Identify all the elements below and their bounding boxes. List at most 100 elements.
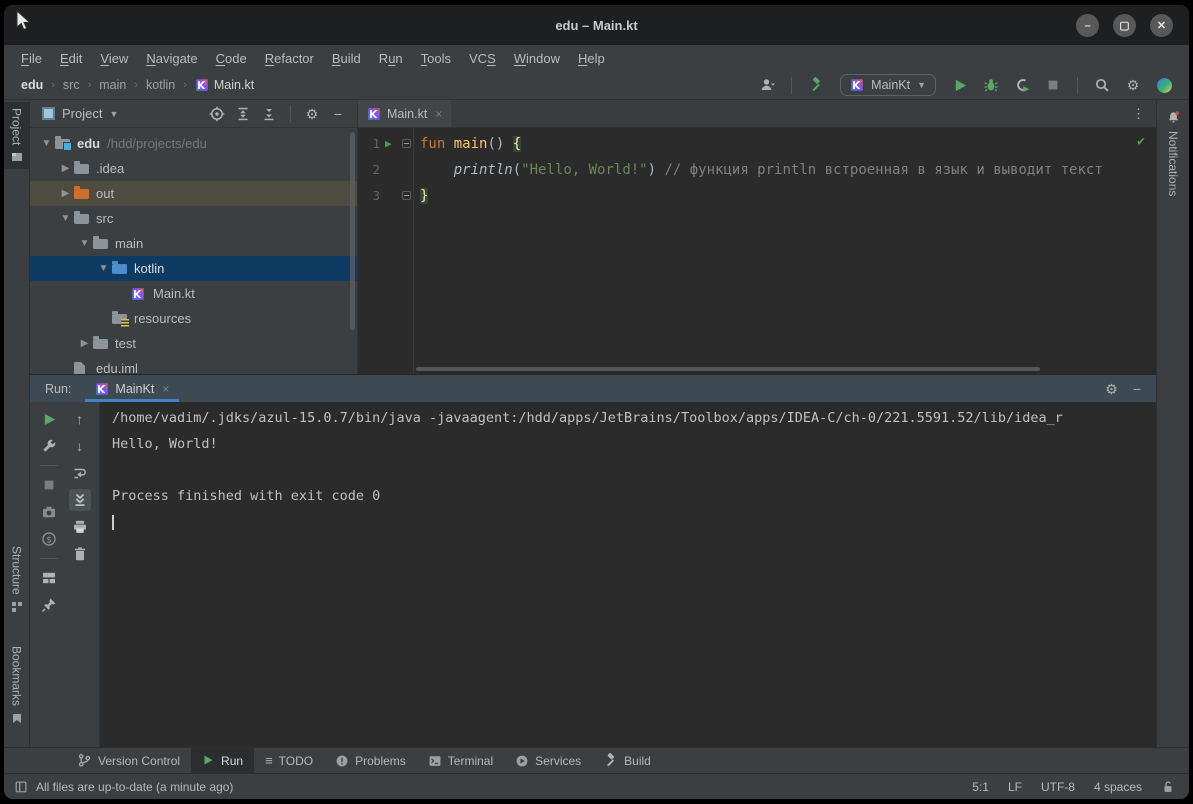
chevron-down-icon[interactable]: ▼ bbox=[76, 238, 93, 249]
locate-target-button[interactable] bbox=[206, 103, 228, 125]
tool-tab-build[interactable]: Build bbox=[592, 748, 662, 773]
debug-button[interactable] bbox=[978, 74, 1004, 96]
collapse-all-button[interactable] bbox=[258, 103, 280, 125]
stop-button[interactable] bbox=[1040, 74, 1066, 96]
up-button[interactable]: ↑ bbox=[69, 408, 91, 430]
chevron-right-icon[interactable]: ▶ bbox=[57, 188, 74, 199]
thread-dump-camera-button[interactable] bbox=[38, 501, 60, 523]
toolwindow-toggle-icon[interactable] bbox=[14, 780, 28, 794]
run-configuration-combo[interactable]: MainKt▼ bbox=[840, 74, 936, 96]
stop-button[interactable] bbox=[38, 474, 60, 496]
sidebar-tab-bookmarks[interactable]: Bookmarks bbox=[4, 640, 29, 730]
tree-row-main-kt[interactable]: Main.kt bbox=[30, 281, 357, 306]
sidebar-tab-notifications[interactable]: Notifications bbox=[1157, 104, 1189, 202]
run-line-gutter-icon[interactable]: ▶ bbox=[385, 131, 392, 157]
status-lf[interactable]: LF bbox=[1008, 780, 1022, 794]
down-button[interactable]: ↓ bbox=[69, 435, 91, 457]
chevron-down-icon[interactable]: ▼ bbox=[95, 263, 112, 274]
tree-label: Main.kt bbox=[153, 286, 195, 301]
rerun-button[interactable] bbox=[38, 408, 60, 430]
menu-code[interactable]: Code bbox=[207, 48, 256, 69]
chevron-down-icon[interactable]: ▼ bbox=[57, 213, 74, 224]
build-hammer-button[interactable] bbox=[803, 74, 829, 96]
minimize-button[interactable]: – bbox=[1076, 14, 1099, 37]
close-icon[interactable]: × bbox=[162, 382, 169, 396]
soft-wrap-button[interactable] bbox=[69, 462, 91, 484]
menu-navigate[interactable]: Navigate bbox=[137, 48, 206, 69]
editor-horizontal-scrollbar[interactable] bbox=[416, 367, 1040, 371]
breadcrumb-main-kt[interactable]: Main.kt bbox=[195, 78, 254, 92]
run-with-coverage-button[interactable] bbox=[1009, 74, 1035, 96]
user-menu-button[interactable] bbox=[754, 74, 780, 96]
maximize-button[interactable]: ▢ bbox=[1113, 14, 1136, 37]
wrench-button[interactable] bbox=[38, 435, 60, 457]
chevron-down-icon[interactable]: ▼ bbox=[38, 138, 55, 149]
project-tree-scrollbar[interactable] bbox=[350, 132, 355, 330]
status-5-1[interactable]: 5:1 bbox=[972, 780, 989, 794]
restore-layout-button[interactable] bbox=[38, 567, 60, 589]
tool-tab-problems[interactable]: Problems bbox=[324, 748, 417, 773]
menu-window[interactable]: Window bbox=[505, 48, 569, 69]
menu-refactor[interactable]: Refactor bbox=[256, 48, 323, 69]
run-settings-gear-icon[interactable]: ⚙ bbox=[1105, 382, 1118, 396]
hide-button[interactable]: − bbox=[327, 103, 349, 125]
run-button[interactable] bbox=[947, 74, 973, 96]
status-4-spaces[interactable]: 4 spaces bbox=[1094, 780, 1142, 794]
clear-trash-button[interactable] bbox=[69, 543, 91, 565]
breadcrumb-edu[interactable]: edu bbox=[21, 78, 43, 92]
chevron-right-icon[interactable]: ▶ bbox=[57, 163, 74, 174]
print-button[interactable] bbox=[69, 516, 91, 538]
chevron-down-icon[interactable]: ▼ bbox=[109, 109, 118, 119]
menu-help[interactable]: Help bbox=[569, 48, 614, 69]
tree-row-out[interactable]: ▶out bbox=[30, 181, 357, 206]
sidebar-tab-structure[interactable]: Structure bbox=[4, 540, 29, 619]
menu-tools[interactable]: Tools bbox=[412, 48, 460, 69]
hide-panel-icon[interactable]: − bbox=[1133, 382, 1141, 396]
close-icon[interactable]: × bbox=[435, 107, 442, 121]
editor-options-kebab-icon[interactable]: ⋮ bbox=[1122, 106, 1156, 122]
tree-row-kotlin[interactable]: ▼kotlin bbox=[30, 256, 357, 281]
tool-tab-todo[interactable]: ≡TODO bbox=[254, 748, 324, 773]
fold-marker-icon[interactable] bbox=[402, 191, 411, 200]
tree-row-test[interactable]: ▶test bbox=[30, 331, 357, 356]
breadcrumb-kotlin[interactable]: kotlin bbox=[146, 78, 175, 92]
menu-build[interactable]: Build bbox=[323, 48, 370, 69]
lock-open-icon[interactable] bbox=[1161, 780, 1175, 794]
search-everywhere-button[interactable] bbox=[1089, 74, 1115, 96]
titlebar[interactable]: edu – Main.kt – ▢ ✕ bbox=[4, 5, 1189, 45]
menu-edit[interactable]: Edit bbox=[51, 48, 91, 69]
fold-marker-icon[interactable] bbox=[402, 139, 411, 148]
tree-row-edu[interactable]: ▼edu/hdd/projects/edu bbox=[30, 131, 357, 156]
run-console[interactable]: /home/vadim/.jdks/azul-15.0.7/bin/java -… bbox=[100, 402, 1156, 747]
breadcrumb-src[interactable]: src bbox=[63, 78, 80, 92]
tool-tab-terminal[interactable]: Terminal bbox=[417, 748, 504, 773]
tool-tab-run[interactable]: Run bbox=[191, 748, 254, 773]
breadcrumb-main[interactable]: main bbox=[99, 78, 126, 92]
tree-row-src[interactable]: ▼src bbox=[30, 206, 357, 231]
status-utf-8[interactable]: UTF-8 bbox=[1041, 780, 1075, 794]
scroll-to-end-button[interactable] bbox=[69, 489, 91, 511]
settings-button[interactable]: ⚙ bbox=[301, 103, 323, 125]
console-line: Process finished with exit code 0 bbox=[112, 483, 1156, 509]
tree-row-edu-iml[interactable]: edu.iml bbox=[30, 356, 357, 374]
tool-tab-version-control[interactable]: Version Control bbox=[66, 748, 191, 773]
run-tab-mainkt[interactable]: MainKt × bbox=[85, 375, 179, 402]
menu-run[interactable]: Run bbox=[370, 48, 412, 69]
close-button[interactable]: ✕ bbox=[1150, 14, 1173, 37]
expand-all-button[interactable] bbox=[232, 103, 254, 125]
tree-row-main[interactable]: ▼main bbox=[30, 231, 357, 256]
sidebar-tab-project[interactable]: Project bbox=[4, 102, 29, 169]
coverage-data-button[interactable]: $ bbox=[38, 528, 60, 550]
menu-view[interactable]: View bbox=[91, 48, 137, 69]
menu-file[interactable]: File bbox=[12, 48, 51, 69]
pin-button[interactable] bbox=[38, 594, 60, 616]
settings-button[interactable]: ⚙ bbox=[1120, 74, 1146, 96]
gradient-sphere-button[interactable] bbox=[1151, 74, 1177, 96]
tree-row-resources[interactable]: resources bbox=[30, 306, 357, 331]
code-editor[interactable]: ✔ 1▶fun main() {2 println("Hello, World!… bbox=[358, 128, 1156, 374]
tool-tab-services[interactable]: Services bbox=[504, 748, 592, 773]
tree-row--idea[interactable]: ▶.idea bbox=[30, 156, 357, 181]
editor-tab-mainkt[interactable]: Main.kt × bbox=[358, 100, 451, 127]
chevron-right-icon[interactable]: ▶ bbox=[76, 338, 93, 349]
menu-vcs[interactable]: VCS bbox=[460, 48, 505, 69]
